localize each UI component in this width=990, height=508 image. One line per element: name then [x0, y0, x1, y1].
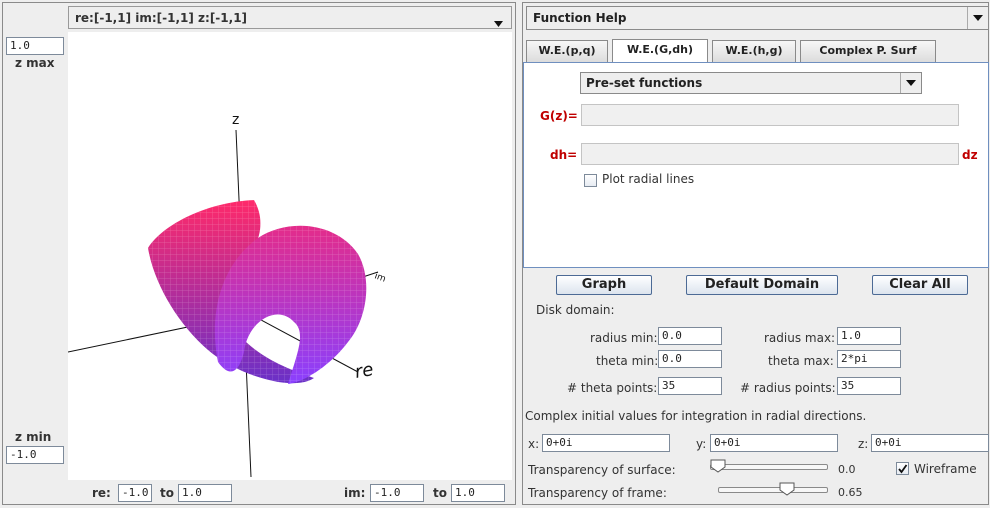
z-max-label: z max [15, 56, 55, 70]
wireframe-checkbox[interactable] [896, 462, 909, 475]
tab-we-pq[interactable]: W.E.(p,q) [526, 40, 608, 62]
plot-radial-lines-label: Plot radial lines [602, 172, 695, 186]
z-min-label: z min [15, 430, 52, 444]
domain-select[interactable]: re:[-1,1] im:[-1,1] z:[-1,1] [68, 6, 512, 29]
theta-min-field[interactable]: 0.0 [658, 350, 722, 368]
graph-button[interactable]: Graph [556, 275, 652, 295]
surface-plot: z im re [67, 112, 387, 478]
dh-input[interactable] [581, 143, 959, 165]
frame-transparency-label: Transparency of frame: [528, 486, 667, 500]
frame-transparency-value: 0.65 [838, 486, 863, 499]
im-from-field[interactable]: -1.0 [370, 484, 424, 502]
slider-thumb[interactable] [710, 459, 726, 473]
frame-transparency-slider[interactable] [718, 481, 828, 497]
axis-z-label: z [232, 112, 239, 128]
radius-min-label: radius min: [590, 331, 658, 345]
plot-radial-lines-checkbox[interactable] [584, 174, 597, 187]
chevron-down-icon [967, 7, 988, 29]
tab-label: W.E.(h,g) [725, 44, 783, 57]
chevron-down-icon [900, 73, 921, 93]
theta-points-label: # theta points: [567, 381, 658, 395]
tab-label: Complex P. Surf [819, 44, 917, 57]
axis-re-label: re [353, 359, 375, 383]
x-label: x: [528, 437, 540, 451]
x-field[interactable]: 0+0i [542, 434, 670, 452]
radius-points-field[interactable]: 35 [837, 377, 901, 395]
slider-track [710, 464, 828, 470]
tab-complex-p-surf[interactable]: Complex P. Surf [800, 40, 936, 62]
z-label: z: [858, 437, 869, 451]
theta-max-label: theta max: [768, 354, 834, 368]
tab-label: W.E.(p,q) [538, 44, 596, 57]
radius-points-label: # radius points: [740, 381, 836, 395]
tab-we-hg[interactable]: W.E.(h,g) [712, 40, 796, 62]
slider-thumb[interactable] [779, 482, 795, 496]
radius-max-field[interactable]: 1.0 [837, 327, 901, 345]
preset-functions-value: Pre-set functions [586, 76, 703, 90]
surface-transparency-label: Transparency of surface: [528, 463, 676, 477]
theta-min-label: theta min: [596, 354, 659, 368]
re-to-field[interactable]: 1.0 [178, 484, 232, 502]
tab-we-g-dh[interactable]: W.E.(G,dh) [612, 39, 708, 63]
surface-transparency-value: 0.0 [838, 463, 856, 476]
z-field[interactable]: 0+0i [871, 434, 989, 452]
wireframe-label: Wireframe [914, 462, 977, 476]
clear-all-button[interactable]: Clear All [872, 275, 968, 295]
re-label: re: [92, 486, 111, 500]
initial-values-title: Complex initial values for integration i… [525, 409, 867, 423]
default-domain-button[interactable]: Default Domain [686, 275, 838, 295]
axis-im-label: im [373, 271, 387, 284]
y-field[interactable]: 0+0i [710, 434, 838, 452]
im-label: im: [344, 486, 366, 500]
dz-label: dz [962, 148, 978, 162]
g-input[interactable] [581, 104, 959, 126]
theta-points-field[interactable]: 35 [658, 377, 722, 395]
re-from-field[interactable]: -1.0 [118, 484, 152, 502]
im-to-label: to [433, 486, 447, 500]
theta-max-field[interactable]: 2*pi [837, 350, 901, 368]
y-label: y: [696, 437, 707, 451]
re-to-label: to [160, 486, 174, 500]
g-label: G(z)= [540, 109, 578, 123]
z-max-field[interactable]: 1.0 [6, 37, 64, 55]
radius-max-label: radius max: [764, 331, 836, 345]
plot-canvas[interactable]: z im re [67, 32, 512, 480]
dh-label: dh= [550, 148, 578, 162]
slider-track [718, 487, 828, 493]
preset-functions-select[interactable]: Pre-set functions [580, 72, 922, 94]
function-help-value: Function Help [533, 11, 627, 25]
surface-transparency-slider[interactable] [710, 458, 828, 474]
disk-domain-title: Disk domain: [536, 303, 615, 317]
function-help-select[interactable]: Function Help [526, 6, 989, 30]
z-min-field[interactable]: -1.0 [6, 446, 64, 464]
tab-label: W.E.(G,dh) [626, 43, 694, 56]
radius-min-field[interactable]: 0.0 [658, 327, 722, 345]
chevron-down-icon [494, 16, 503, 30]
domain-select-value: re:[-1,1] im:[-1,1] z:[-1,1] [75, 11, 248, 25]
im-to-field[interactable]: 1.0 [451, 484, 505, 502]
